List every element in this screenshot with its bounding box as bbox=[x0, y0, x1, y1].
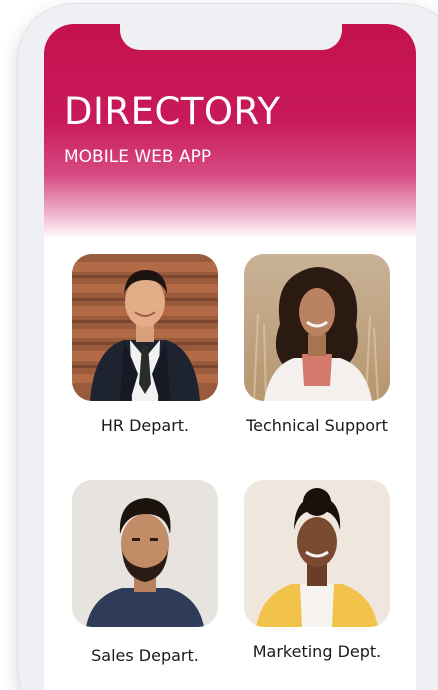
woman-curly-hair-portrait-icon bbox=[244, 254, 390, 401]
department-card-sales[interactable] bbox=[72, 480, 218, 627]
phone-screen: DIRECTORY MOBILE WEB APP HR Depart. Tech… bbox=[44, 24, 416, 690]
department-card-hr[interactable] bbox=[72, 254, 218, 401]
woman-yellow-jacket-portrait-icon bbox=[244, 480, 390, 627]
department-label-technical-support[interactable]: Technical Support bbox=[240, 416, 394, 435]
department-label-marketing[interactable]: Marketing Dept. bbox=[240, 642, 394, 661]
department-label-hr[interactable]: HR Depart. bbox=[72, 416, 218, 435]
department-card-marketing[interactable] bbox=[244, 480, 390, 627]
page-title: DIRECTORY bbox=[64, 90, 281, 133]
man-in-suit-portrait-icon bbox=[72, 254, 218, 401]
bearded-man-portrait-icon bbox=[72, 480, 218, 627]
app-stage: DIRECTORY MOBILE WEB APP HR Depart. Tech… bbox=[0, 0, 438, 690]
phone-notch bbox=[120, 24, 342, 50]
page-subtitle: MOBILE WEB APP bbox=[64, 147, 212, 167]
department-label-sales[interactable]: Sales Depart. bbox=[72, 646, 218, 665]
department-card-technical-support[interactable] bbox=[244, 254, 390, 401]
